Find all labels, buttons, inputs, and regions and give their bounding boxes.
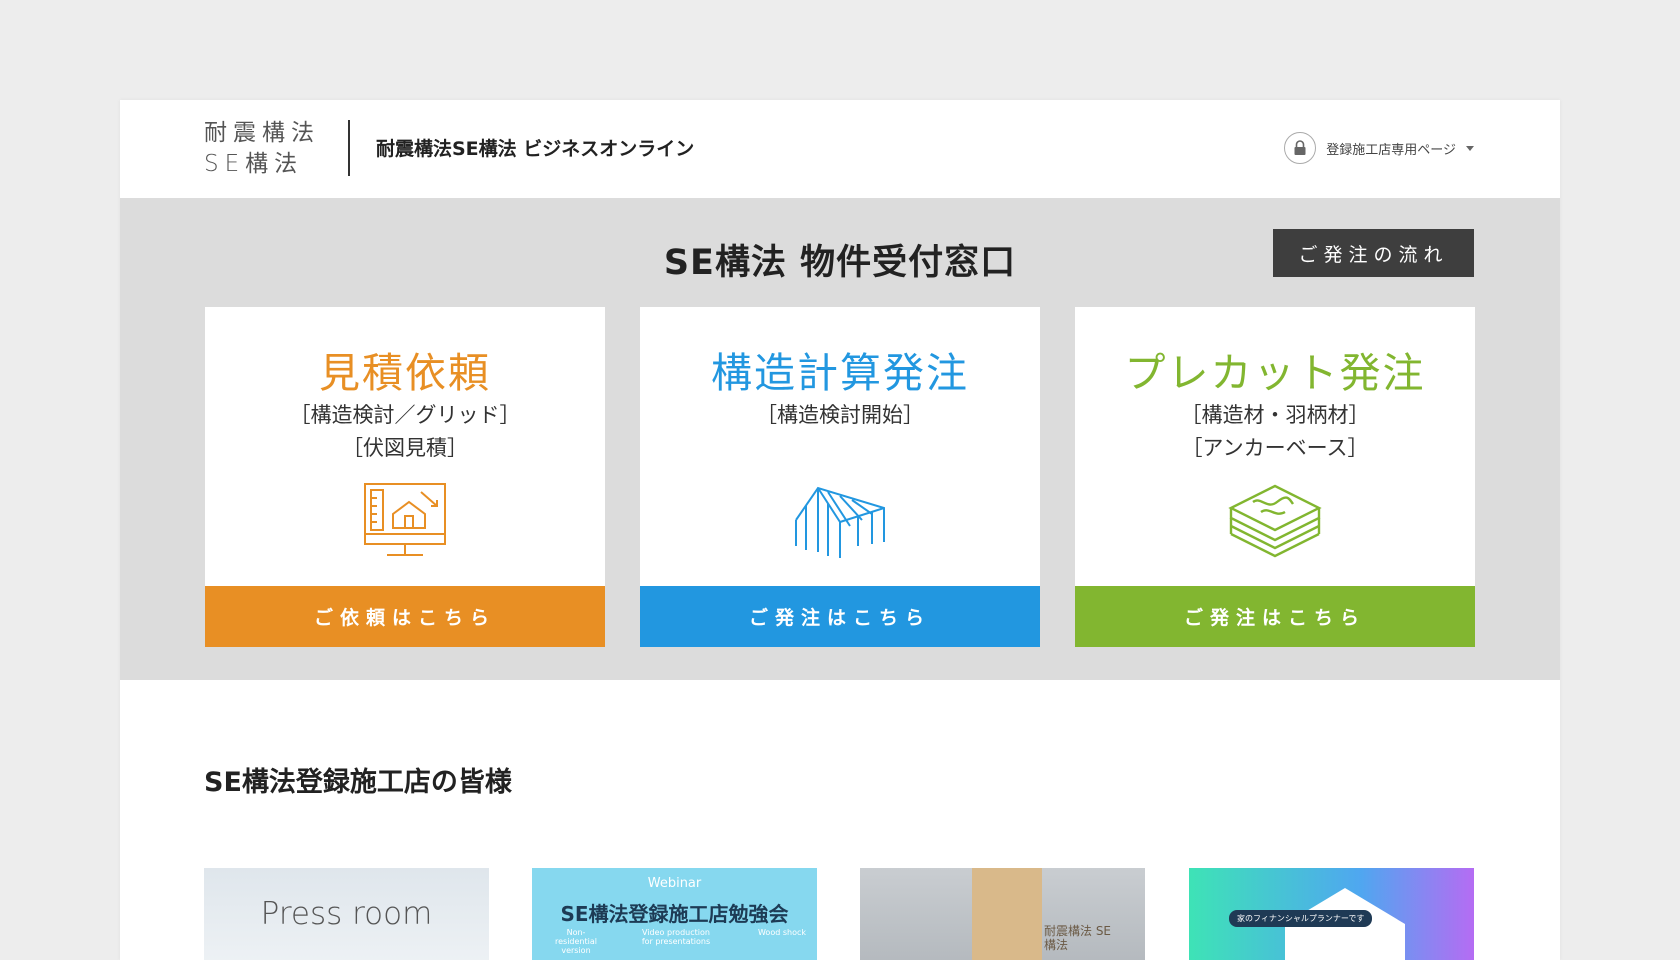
timber-column-image xyxy=(972,868,1042,960)
blueprint-house-icon xyxy=(363,482,447,564)
card-estimate[interactable]: 見積依頼 ［構造検討／グリッド］ ［伏図見積］ ご依頼はこちら xyxy=(205,307,605,647)
request-button[interactable]: ご依頼はこちら xyxy=(205,586,605,647)
card-subtitle-line: ［伏図見積］ xyxy=(342,436,468,460)
brand-logo[interactable]: 耐震構法 SE構法 xyxy=(204,118,324,178)
card-subtitle-line: ［構造検討／グリッド］ xyxy=(289,403,521,427)
card-precut[interactable]: プレカット発注 ［構造材・羽柄材］ ［アンカーベース］ ご発注はこちら xyxy=(1075,307,1475,647)
card-title: プレカット発注 xyxy=(1124,349,1426,397)
chevron-down-icon xyxy=(1466,145,1474,151)
timber-photo-banner[interactable]: 耐震構法 SE構法 xyxy=(860,868,1145,960)
frame-structure-icon xyxy=(792,482,888,564)
press-room-banner[interactable]: Press room xyxy=(204,868,489,960)
banner-stamp: 耐震構法 SE構法 xyxy=(1044,924,1112,952)
financial-planner-banner[interactable]: 家のフィナンシャルプランナーです xyxy=(1189,868,1474,960)
banner-note: Wood shock xyxy=(757,928,806,937)
card-subtitle-line: ［構造検討開始］ xyxy=(756,403,924,427)
page: 耐震構法 SE構法 耐震構法SE構法 ビジネスオンライン 登録施工店専用ページ … xyxy=(120,100,1560,960)
card-subtitle-line: ［構造材・羽柄材］ xyxy=(1180,403,1370,427)
banner-note: Non-residential version xyxy=(555,928,597,955)
wood-layers-icon xyxy=(1227,482,1323,564)
card-subtitle: ［構造検討開始］ xyxy=(640,399,1040,432)
logo-line-1: 耐震構法 xyxy=(204,120,320,146)
card-subtitle: ［構造検討／グリッド］ ［伏図見積］ xyxy=(205,399,605,465)
card-subtitle: ［構造材・羽柄材］ ［アンカーベース］ xyxy=(1075,399,1475,465)
card-structural-calc[interactable]: 構造計算発注 ［構造検討開始］ ご発注はこちら xyxy=(640,307,1040,647)
banner-title: Press room xyxy=(260,896,433,932)
banner-label: 家のフィナンシャルプランナーです xyxy=(1229,910,1373,927)
webinar-banner[interactable]: Webinar SE構法登録施工店勉強会 Non-residential ver… xyxy=(532,868,817,960)
site-header: 耐震構法 SE構法 耐震構法SE構法 ビジネスオンライン 登録施工店専用ページ xyxy=(120,100,1560,198)
banner-tag: Webinar xyxy=(647,876,702,891)
card-title: 構造計算発注 xyxy=(711,349,969,397)
banner-title: SE構法登録施工店勉強会 xyxy=(560,902,789,926)
banner-note: Video production for presentations xyxy=(641,928,711,946)
order-flow-button[interactable]: ご発注の流れ xyxy=(1273,229,1474,277)
card-title: 見積依頼 xyxy=(319,349,491,397)
site-title: 耐震構法SE構法 ビジネスオンライン xyxy=(376,138,695,160)
lock-icon xyxy=(1284,132,1317,164)
logo-line-2: SE構法 xyxy=(204,151,304,177)
order-window-section: SE構法 物件受付窓口 ご発注の流れ 見積依頼 ［構造検討／グリッド］ ［伏図見… xyxy=(120,198,1560,680)
card-subtitle-line: ［アンカーベース］ xyxy=(1181,436,1369,460)
precut-order-button[interactable]: ご発注はこちら xyxy=(1075,586,1475,647)
members-heading: SE構法登録施工店の皆様 xyxy=(204,767,512,798)
header-divider xyxy=(348,120,350,176)
structural-order-button[interactable]: ご発注はこちら xyxy=(640,586,1040,647)
member-menu-label: 登録施工店専用ページ xyxy=(1326,142,1456,158)
member-menu[interactable]: 登録施工店専用ページ xyxy=(1284,132,1474,164)
